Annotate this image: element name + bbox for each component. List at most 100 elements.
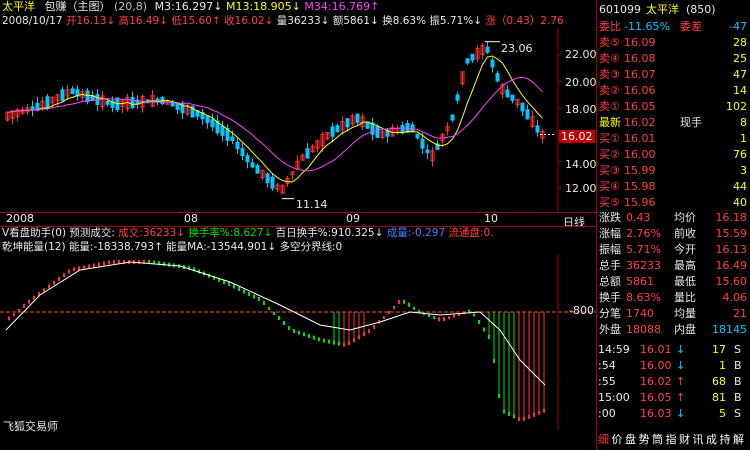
low-value: 低15.60 [171,15,212,27]
energy-dot [238,287,240,291]
stock-code: 601099 [599,3,641,16]
buy-label: 买③ [599,164,620,177]
energy-dot [393,306,395,309]
bottom-tab[interactable]: 价 [612,432,623,448]
sell-row[interactable]: 卖④ 16.08 25 [596,51,750,67]
candle-body [70,88,75,95]
bottom-tab[interactable]: 成 [706,432,717,448]
candle-body [520,102,525,112]
candle-body [455,94,460,101]
chart-area[interactable] [0,0,596,450]
now-hand-value: 8 [740,116,747,129]
current-price-tag: 16.02 [559,130,595,143]
amount-value: 额5861 [332,15,371,27]
stat-label: 总手 [599,259,621,272]
price-tick: 12.00 [565,182,597,195]
stat-row: 涨幅 2.76% 前收 15.59 [596,226,750,242]
bottom-tab[interactable]: 持 [720,432,731,448]
buy-row[interactable]: 买③ 15.99 3 [596,163,750,179]
quote-stock-name: 太平洋 [646,3,679,16]
tick-time: 14:59 [598,343,630,356]
bottom-tab[interactable]: 筒 [652,432,663,448]
stat-value: 16.18 [715,211,748,224]
energy-dot [478,320,480,324]
sell-price: 16.05 [624,100,656,113]
stat-row: 总手 36233 最高 16.49 [596,258,750,274]
stat-row: 涨跌 0.43 均价 16.18 [596,210,750,226]
date-tick: 2008 [6,212,34,225]
app-watermark: 飞狐交易师 [3,420,58,433]
buy-row[interactable]: 买① 16.01 1 [596,131,750,147]
bottom-tab[interactable]: 解 [733,432,744,448]
tick-side: S [734,343,741,356]
stat-label: 涨跌 [599,211,621,224]
stat-label: 分笔 [599,307,621,320]
indicator2-title[interactable]: 乾坤能量(12) [2,241,66,253]
energy-arrow-icon: ↑ [154,241,163,253]
amount-arrow-icon: ↓ [370,15,379,27]
stat-label: 振幅 [599,243,621,256]
stat-value: 5.71% [626,243,661,256]
stat-value: 8.63% [626,291,661,304]
indicator1-title[interactable]: V看盘助手(0) [2,227,66,239]
energy-dot [398,300,400,304]
hundred-arrow-icon: ↓ [374,227,384,239]
bottom-tab[interactable]: 细 [598,432,609,448]
energy-dot [373,325,375,329]
stat-label: 涨幅 [599,227,621,240]
outer-value: 18088 [626,323,661,336]
energy-dot [283,321,285,325]
energy-dot [303,332,305,337]
candle-body [470,53,475,61]
energy-dot [93,263,95,268]
tick-side: B [734,375,742,388]
tick-row: 15:00 16.05 ↑ 81 B [596,390,750,406]
sell-row[interactable]: 卖③ 16.07 47 [596,67,750,83]
stat-label: 量比 [674,291,696,304]
price-tick: 20.00 [565,76,597,89]
candle-body [220,125,225,136]
tick-side: B [734,359,742,372]
tick-time: :55 [598,375,616,388]
candle-body [525,109,530,120]
sell-row[interactable]: 卖① 16.05 102 [596,99,750,115]
sell-row[interactable]: 卖⑤ 16.09 28 [596,35,750,51]
sell-label: 卖② [599,84,620,97]
stat-row: 振幅 5.71% 今开 16.13 [596,242,750,258]
energy-dot [263,301,265,305]
energy-dot [403,299,405,304]
tick-row: :54 16.00 ↓ 1 B [596,358,750,374]
tick-arrow-icon: ↓ [676,343,686,356]
bottom-tab[interactable]: 盘 [625,432,636,448]
bottom-tab[interactable]: 势 [639,432,650,448]
stat-label: 前收 [674,227,696,240]
energy-value: 能量:-18338.793 [68,241,155,253]
sell-row[interactable]: 卖② 16.06 14 [596,83,750,99]
tick-time: :00 [598,407,616,420]
energy-ma-line [5,261,546,386]
candle-body [240,148,245,156]
bottom-tab[interactable]: 指 [666,432,677,448]
candle-body [415,133,420,139]
buy-row[interactable]: 买⑤ 15.96 40 [596,195,750,211]
buy-row[interactable]: 买② 16.00 76 [596,147,750,163]
change-value: 涨（0.43）2.76 [485,15,564,27]
bottom-tab[interactable]: 讯 [693,432,704,448]
date-tick: 08 [184,212,198,225]
energy-dot [53,280,55,285]
period-label[interactable]: 日线 [563,214,585,230]
candle-body [345,118,350,128]
energy-dot [113,260,115,264]
energy-dot [248,292,250,296]
buy-row[interactable]: 买④ 15.98 44 [596,179,750,195]
stat-value: 4.06 [722,291,748,304]
deal-arrow-icon: ↓ [176,227,186,239]
tick-side: B [734,391,742,404]
latest-label: 最新 [599,116,621,129]
energy-dot [453,314,455,318]
main-chart-title[interactable]: 包赚（主图） [45,0,111,13]
bottom-tab[interactable]: 财 [679,432,690,448]
buy-price: 15.96 [624,196,656,209]
amplitude-arrow-icon: ↓ [473,15,483,27]
energy-dot [433,316,435,320]
